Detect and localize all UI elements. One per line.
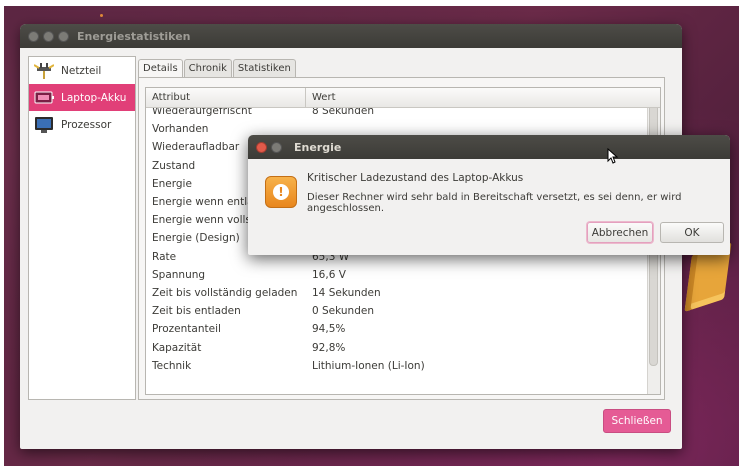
attribute-cell: Zeit bis entladen [152,305,241,318]
value-cell: 92,8% [312,341,346,354]
attribute-cell: Technik [152,359,192,372]
column-header-attribut[interactable]: Attribut [146,88,306,107]
sidebar-item-label: Netzteil [61,64,102,77]
window-title: Energiestatistiken [77,29,191,43]
value-cell: 94,5% [312,323,346,336]
sidebar-item-netzteil[interactable]: Netzteil [29,57,135,84]
energy-warning-dialog: Energie ! Kritischer Ladezustand des Lap… [248,135,730,255]
power-plug-icon [33,62,55,80]
attribute-cell: Prozentanteil [152,323,221,336]
dialog-secondary-text: Dieser Rechner wird sehr bald in Bereits… [307,192,682,214]
table-header: Attribut Wert [146,88,660,108]
sidebar-item-laptop-akku[interactable]: Laptop-Akku [29,84,135,111]
value-cell: 0 Sekunden [312,305,374,318]
table-row[interactable]: Prozentanteil 94,5% [146,320,646,338]
dialog-titlebar: Energie [248,135,730,159]
dialog-minimize-button[interactable] [271,141,282,153]
window-titlebar: Energiestatistiken [20,24,682,48]
tab-bar: Details Chronik Statistiken [138,59,297,77]
tab-statistiken[interactable]: Statistiken [232,59,296,77]
attribute-cell: Spannung [152,268,206,281]
table-row[interactable]: Kapazität 92,8% [146,338,646,356]
tab-chronik[interactable]: Chronik [183,59,232,77]
cancel-button[interactable]: Abbrechen [587,222,653,243]
sidebar-item-prozessor[interactable]: Prozessor [29,111,135,138]
value-cell: 16,6 V [312,268,346,281]
table-row[interactable]: Spannung 16,6 V [146,266,646,284]
close-button[interactable]: Schließen [603,409,671,433]
tab-details[interactable]: Details [138,59,183,77]
attribute-cell: Zeit bis vollständig geladen [152,286,298,299]
dialog-title: Energie [294,140,342,154]
column-header-wert[interactable]: Wert [306,92,660,103]
device-list: Netzteil Laptop-Akku Prozessor [28,56,136,400]
table-row[interactable]: Zeit bis vollständig geladen 14 Sekunden [146,284,646,302]
table-row[interactable]: Technik Lithium-Ionen (Li-Ion) [146,357,646,375]
wallpaper-dot [100,14,103,17]
value-cell: Lithium-Ionen (Li-Ion) [312,359,425,372]
window-minimize-button[interactable] [43,30,54,42]
ok-button[interactable]: OK [660,222,724,243]
value-cell: 14 Sekunden [312,286,381,299]
dialog-close-button[interactable] [256,141,267,153]
laptop-battery-icon [33,89,55,107]
window-close-button[interactable] [28,30,39,42]
window-maximize-button[interactable] [58,30,69,42]
sidebar-item-label: Prozessor [61,118,112,131]
sidebar-item-label: Laptop-Akku [61,91,127,104]
warning-icon: ! [265,176,297,208]
table-row[interactable]: Zeit bis entladen 0 Sekunden [146,302,646,320]
dialog-primary-text: Kritischer Ladezustand des Laptop-Akkus [307,172,524,184]
attribute-cell: Vorhanden [152,123,209,136]
monitor-icon [33,116,55,134]
mouse-pointer-icon [607,148,619,164]
attribute-cell: Kapazität [152,341,202,354]
